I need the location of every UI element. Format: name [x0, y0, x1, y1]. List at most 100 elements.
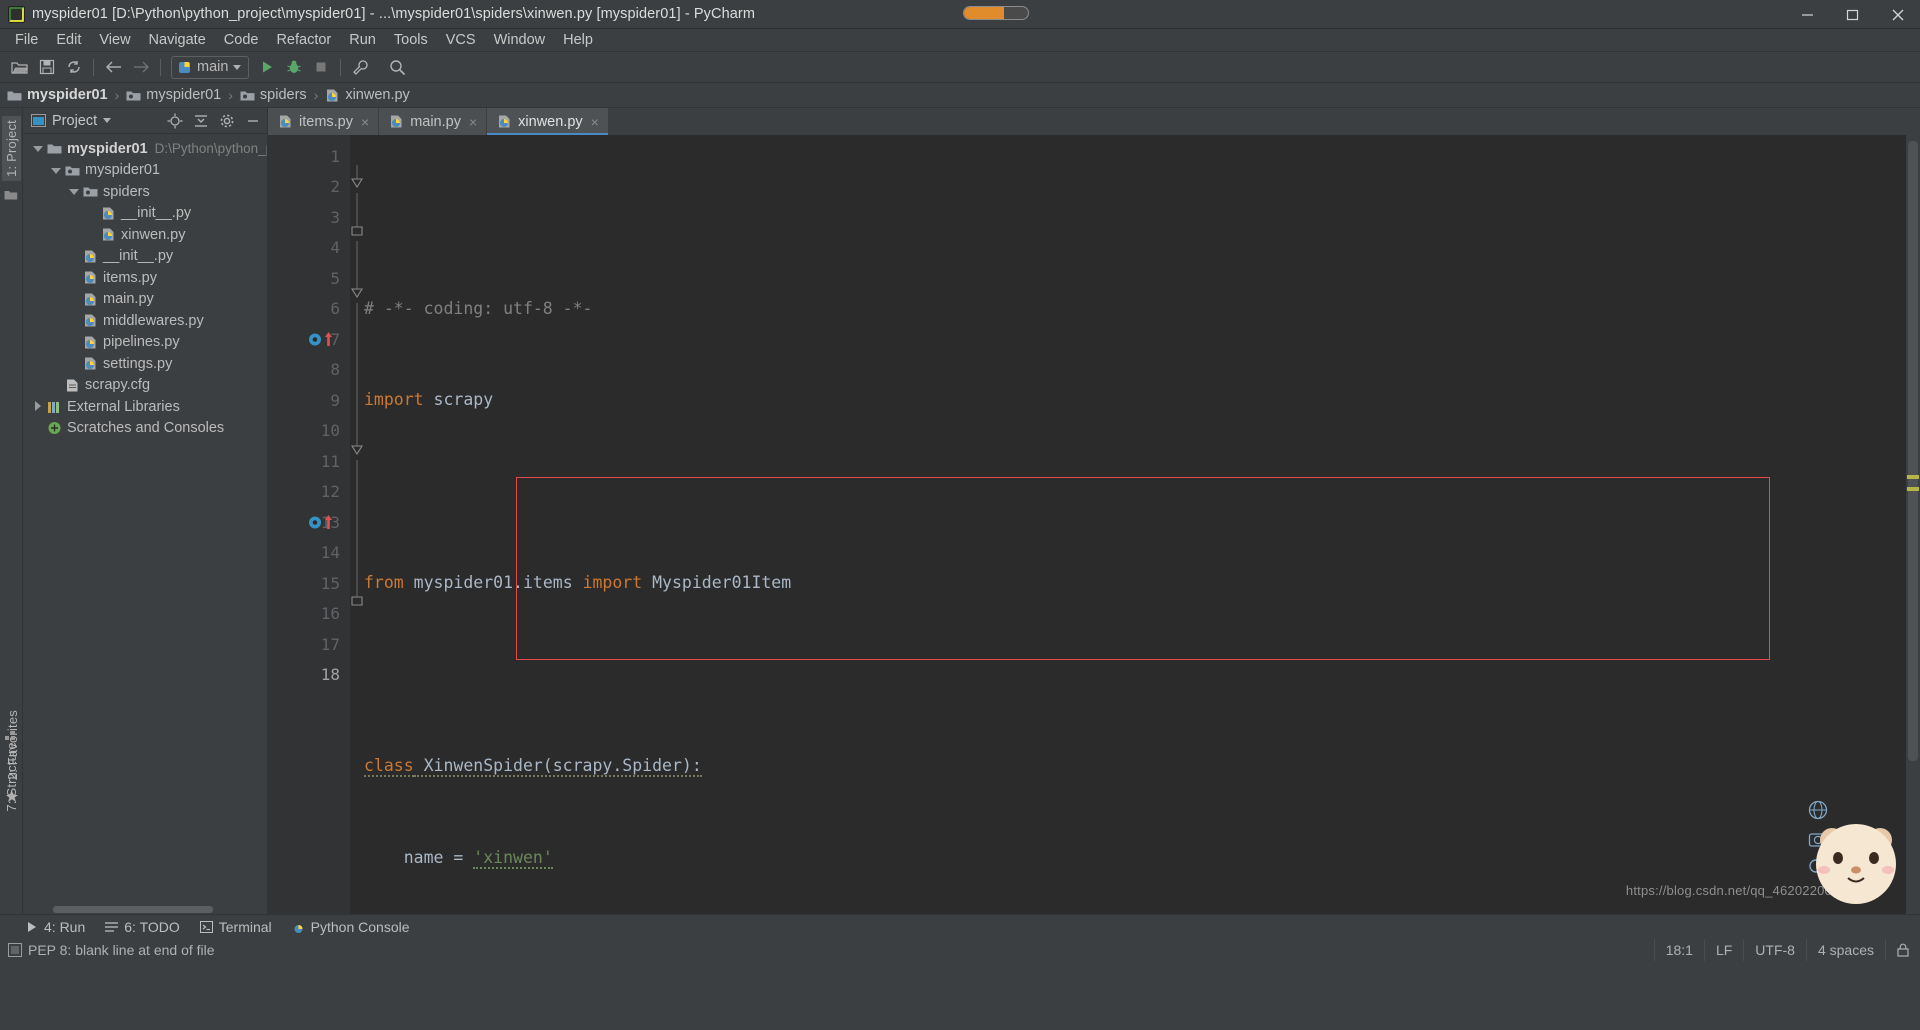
- menu-refactor[interactable]: Refactor: [267, 29, 340, 51]
- menu-file[interactable]: File: [6, 29, 47, 51]
- python-file-icon: [499, 115, 510, 128]
- wrench-icon[interactable]: [347, 55, 374, 80]
- menu-run[interactable]: Run: [340, 29, 385, 51]
- tree-item[interactable]: items.py: [23, 267, 267, 289]
- debug-icon[interactable]: [280, 55, 307, 80]
- project-horizontal-scrollbar[interactable]: [23, 905, 267, 914]
- close-icon[interactable]: ×: [361, 114, 369, 130]
- tree-item-label: myspider01: [67, 140, 148, 157]
- project-window-icon: [31, 113, 46, 127]
- indent-setting[interactable]: 4 spaces: [1805, 939, 1885, 961]
- breadcrumb-item-1[interactable]: myspider01: [126, 87, 221, 103]
- menu-window[interactable]: Window: [485, 29, 555, 51]
- stop-icon[interactable]: [307, 55, 334, 80]
- menu-code[interactable]: Code: [215, 29, 268, 51]
- tree-item[interactable]: middlewares.py: [23, 310, 267, 332]
- tree-item[interactable]: myspider01 D:\Python\python_pro: [23, 138, 267, 160]
- tree-item[interactable]: spiders: [23, 181, 267, 203]
- tool-tab-project[interactable]: 1: Project: [1, 116, 21, 181]
- hide-panel-icon[interactable]: [243, 111, 263, 131]
- scrollbar-thumb[interactable]: [1908, 141, 1918, 761]
- tool-window-terminal[interactable]: Terminal: [199, 919, 272, 935]
- locate-icon[interactable]: [165, 111, 185, 131]
- camera-icon[interactable]: [1808, 829, 1828, 849]
- run-class-icon[interactable]: [308, 324, 336, 355]
- chevron-right-icon[interactable]: [33, 401, 44, 412]
- file-encoding[interactable]: UTF-8: [1743, 939, 1806, 961]
- tree-item[interactable]: settings.py: [23, 353, 267, 375]
- tree-item[interactable]: __init__.py: [23, 203, 267, 225]
- python-file-icon: [83, 335, 98, 350]
- tree-item[interactable]: Scratches and Consoles: [23, 418, 267, 440]
- tool-window-python-console[interactable]: Python Console: [292, 919, 410, 935]
- tool-window-run[interactable]: 4: Run: [26, 919, 85, 935]
- editor-tab-xinwen[interactable]: xinwen.py ×: [487, 108, 609, 135]
- tool-window-todo[interactable]: 6: TODO: [105, 919, 180, 935]
- warning-marker[interactable]: [1907, 475, 1919, 479]
- code-folding-column[interactable]: [350, 141, 364, 701]
- chevron-down-icon[interactable]: [33, 143, 44, 154]
- editor-tab-main[interactable]: main.py ×: [379, 108, 488, 135]
- search-icon[interactable]: [384, 55, 411, 80]
- editor-tab-label-1: main.py: [410, 113, 461, 130]
- editor-scrollbar[interactable]: [1906, 135, 1920, 914]
- menu-help[interactable]: Help: [554, 29, 602, 51]
- warning-marker[interactable]: [1907, 487, 1919, 491]
- override-method-icon[interactable]: [308, 507, 336, 538]
- chevron-down-icon[interactable]: [51, 165, 62, 176]
- package-folder-icon: [65, 164, 80, 177]
- open-folder-icon[interactable]: [6, 55, 33, 80]
- editor-gutter[interactable]: 1 2 3 4 5 6 7 8 9 10 11 12 13 14 15 16 17 18: [268, 135, 350, 914]
- star-icon: [6, 791, 18, 802]
- tree-item[interactable]: External Libraries: [23, 396, 267, 418]
- search-icon[interactable]: [1808, 858, 1828, 878]
- line-number: 12: [320, 482, 340, 502]
- tree-item[interactable]: scrapy.cfg: [23, 375, 267, 397]
- chevron-down-icon[interactable]: [69, 186, 80, 197]
- code-text-1: # -*- coding: utf-8 -*-: [364, 298, 593, 318]
- maximize-icon[interactable]: [1830, 0, 1875, 29]
- project-tree[interactable]: myspider01D:\Python\python_promyspider01…: [23, 134, 267, 905]
- run-configuration-selector[interactable]: main: [171, 55, 250, 79]
- minimize-icon[interactable]: [1785, 0, 1830, 29]
- close-icon[interactable]: ×: [591, 114, 599, 130]
- tree-item[interactable]: xinwen.py: [23, 224, 267, 246]
- globe-icon[interactable]: [1808, 800, 1828, 820]
- python-console-icon: [294, 924, 303, 933]
- menu-vcs[interactable]: VCS: [437, 29, 485, 51]
- close-icon[interactable]: ×: [469, 114, 477, 130]
- arrow-left-icon[interactable]: [100, 55, 127, 80]
- tree-item[interactable]: main.py: [23, 289, 267, 311]
- info-icon: [8, 943, 22, 957]
- tree-item-label: myspider01: [85, 162, 160, 179]
- run-icon[interactable]: [253, 55, 280, 80]
- tool-tab-favorites[interactable]: 2: Favorites: [3, 706, 22, 784]
- breadcrumb-item-3[interactable]: xinwen.py: [325, 87, 410, 103]
- menu-tools[interactable]: Tools: [385, 29, 437, 51]
- breadcrumb-item-2[interactable]: spiders: [240, 87, 307, 103]
- save-icon[interactable]: [33, 55, 60, 80]
- tree-item[interactable]: __init__.py: [23, 246, 267, 268]
- tree-item[interactable]: pipelines.py: [23, 332, 267, 354]
- line-number: 15: [320, 573, 340, 593]
- sync-icon[interactable]: [60, 55, 87, 80]
- close-icon[interactable]: [1875, 0, 1920, 29]
- line-separator[interactable]: LF: [1703, 939, 1743, 961]
- caret-position[interactable]: 18:1: [1653, 939, 1704, 961]
- menu-navigate[interactable]: Navigate: [140, 29, 215, 51]
- chevron-down-icon[interactable]: [103, 118, 112, 123]
- tree-item[interactable]: myspider01: [23, 160, 267, 182]
- gear-icon[interactable]: [217, 111, 237, 131]
- structure-icon: [5, 731, 15, 740]
- breadcrumb-item-0[interactable]: myspider01: [7, 87, 108, 103]
- code-editor[interactable]: # -*- coding: utf-8 -*- import scrapy fr…: [350, 135, 1906, 914]
- arrow-right-icon[interactable]: [127, 55, 154, 80]
- lock-icon[interactable]: [1885, 939, 1920, 961]
- menu-edit[interactable]: Edit: [47, 29, 90, 51]
- menu-view[interactable]: View: [90, 29, 139, 51]
- collapse-all-icon[interactable]: [191, 111, 211, 131]
- editor-tab-items[interactable]: items.py ×: [268, 108, 380, 135]
- tree-item-path: D:\Python\python_pro: [154, 141, 267, 157]
